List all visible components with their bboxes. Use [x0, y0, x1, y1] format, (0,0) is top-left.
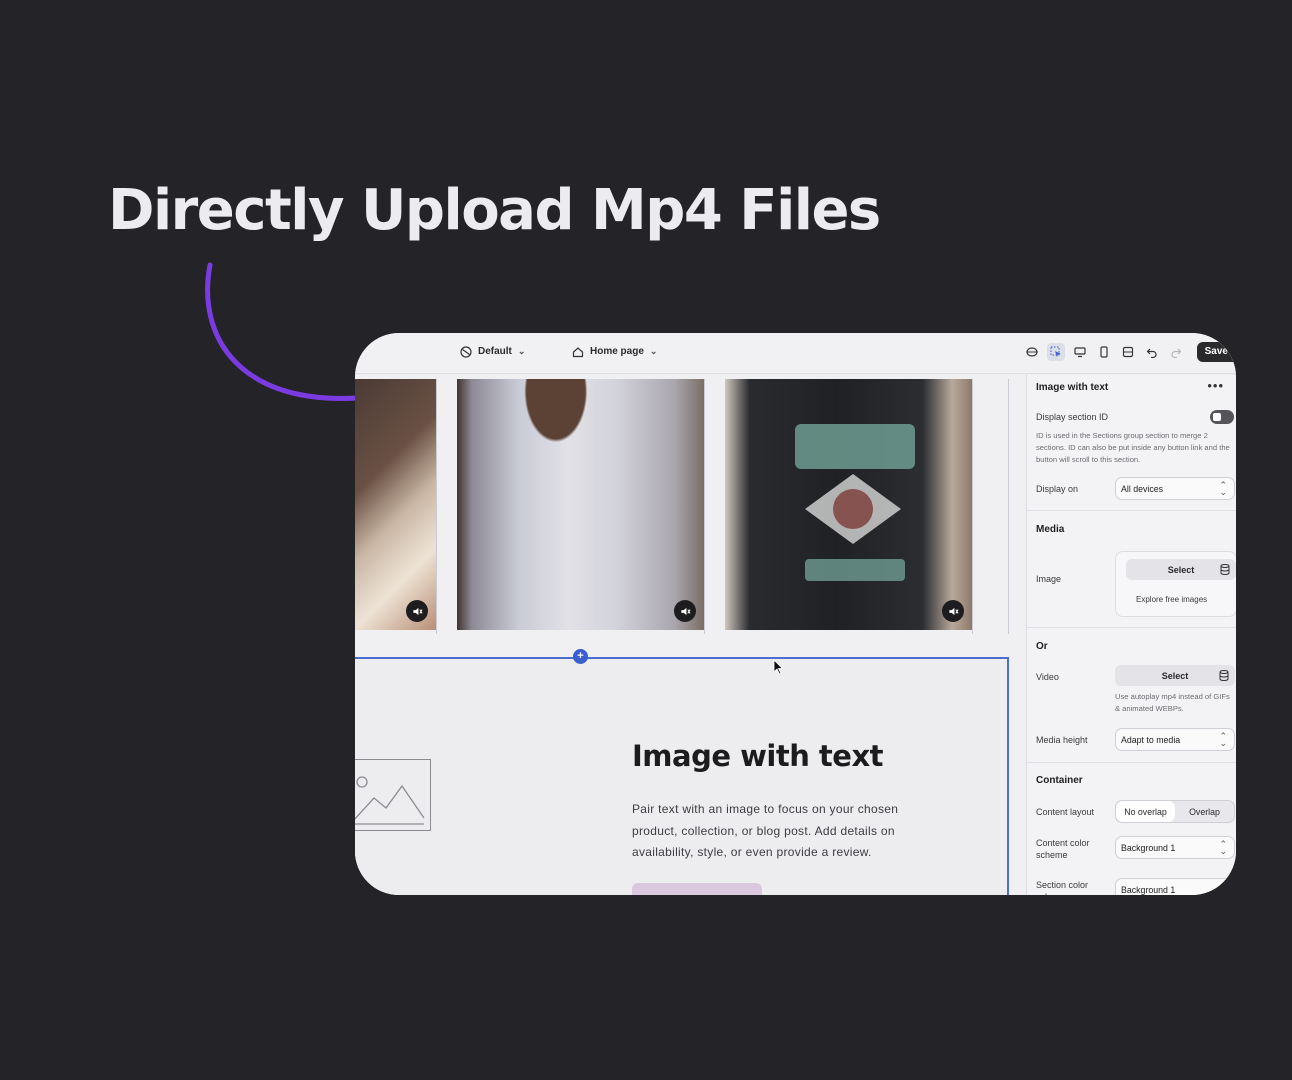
image-select-label: Select: [1167, 564, 1195, 575]
theme-icon: [459, 345, 472, 358]
mute-icon[interactable]: [674, 600, 696, 622]
section-body: Pair text with an image to focus on your…: [632, 802, 899, 859]
media-library-icon: [1220, 564, 1230, 575]
page-selector[interactable]: Home page ⌄: [571, 345, 657, 358]
panel-title: Image with text: [1036, 382, 1109, 393]
video-select-label: Select: [1161, 670, 1189, 681]
media-height-value: Adapt to media: [1121, 735, 1181, 745]
section-heading: Image with text: [632, 739, 884, 773]
fullwidth-icon[interactable]: [1119, 343, 1137, 361]
container-heading: Container: [1036, 775, 1083, 786]
theme-editor-window: Default ⌄ Home page ⌄ Save Image with te…: [355, 333, 1236, 895]
video-select-button[interactable]: Select: [1115, 665, 1235, 686]
image-placeholder-icon: [355, 759, 431, 831]
or-heading: Or: [1036, 641, 1048, 652]
display-on-value: All devices: [1121, 484, 1164, 494]
section-color-value: Background 1: [1121, 885, 1176, 895]
video-label: Video: [1036, 672, 1059, 682]
home-icon: [571, 345, 584, 358]
select-caret-icon: ⌃ ⌄: [1219, 839, 1227, 856]
divider: [1027, 627, 1236, 628]
chevron-down-icon: ⌄: [649, 346, 658, 356]
divider: [1027, 762, 1236, 763]
column-divider: [704, 379, 705, 634]
preview-canvas: Image with text Pair text with an image …: [355, 375, 1026, 895]
add-section-icon[interactable]: +: [573, 649, 588, 664]
image-picker: Select Explore free images: [1115, 551, 1236, 617]
editor-topbar: Default ⌄ Home page ⌄ Save: [355, 333, 1236, 374]
overlap-option[interactable]: Overlap: [1175, 801, 1234, 822]
chevron-down-icon: ⌄: [517, 346, 526, 356]
content-color-select[interactable]: Background 1 ⌃ ⌄: [1115, 836, 1235, 859]
redo-icon[interactable]: [1167, 343, 1185, 361]
no-overlap-option[interactable]: No overlap: [1116, 801, 1175, 822]
undo-icon[interactable]: [1143, 343, 1161, 361]
media-heading: Media: [1036, 524, 1065, 535]
media-library-icon: [1219, 670, 1229, 681]
divider: [1027, 510, 1236, 511]
content-color-label: Content color scheme: [1036, 838, 1090, 860]
display-section-id-toggle[interactable]: [1210, 410, 1234, 424]
video-row: [355, 379, 1009, 634]
column-divider: [436, 379, 437, 634]
mute-icon[interactable]: [942, 600, 964, 622]
column-divider: [1008, 379, 1009, 634]
display-on-label: Display on: [1036, 484, 1079, 494]
video-left-partial[interactable]: [355, 379, 436, 630]
headline: Directly Upload Mp4 Files: [108, 178, 881, 243]
mute-icon[interactable]: [406, 600, 428, 622]
video-help: Use autoplay mp4 instead of GIFs & anima…: [1115, 692, 1230, 713]
media-height-select[interactable]: Adapt to media ⌃ ⌄: [1115, 728, 1235, 751]
settings-panel: Image with text ••• Display section ID I…: [1026, 375, 1236, 895]
content-color-value: Background 1: [1121, 843, 1176, 853]
save-button[interactable]: Save: [1196, 342, 1236, 362]
section-color-label: Section color scheme: [1036, 880, 1089, 895]
display-section-id-label: Display section ID: [1036, 412, 1109, 422]
content-layout-segmented[interactable]: No overlap Overlap: [1115, 800, 1235, 823]
video-white-shirt[interactable]: [457, 379, 704, 630]
more-options-icon[interactable]: •••: [1207, 378, 1224, 393]
mobile-icon[interactable]: [1095, 343, 1113, 361]
image-label: Image: [1036, 574, 1062, 584]
mouse-cursor-icon: [773, 659, 784, 675]
section-color-select[interactable]: Background 1: [1115, 878, 1235, 895]
video-ducks-shirt[interactable]: [725, 379, 972, 630]
select-caret-icon: ⌃ ⌄: [1219, 480, 1227, 497]
ducks-print-graphic: [795, 424, 915, 581]
display-section-id-help: ID is used in the Sections group section…: [1036, 431, 1230, 464]
desktop-icon[interactable]: [1071, 343, 1089, 361]
column-divider: [972, 379, 973, 634]
section-button[interactable]: [632, 883, 762, 895]
page-label: Home page: [590, 346, 644, 357]
inspector-icon[interactable]: [1046, 343, 1065, 361]
apps-icon[interactable]: [1023, 343, 1041, 361]
image-select-button[interactable]: Select: [1126, 559, 1236, 580]
content-layout-label: Content layout: [1036, 807, 1095, 817]
theme-label: Default: [478, 346, 512, 357]
media-height-label: Media height: [1036, 735, 1088, 745]
explore-free-images-link[interactable]: Explore free images: [1136, 595, 1207, 604]
display-on-select[interactable]: All devices ⌃ ⌄: [1115, 477, 1235, 500]
theme-selector[interactable]: Default ⌄: [459, 345, 525, 358]
image-with-text-section[interactable]: Image with text Pair text with an image …: [355, 657, 1009, 895]
select-caret-icon: ⌃ ⌄: [1219, 731, 1227, 748]
